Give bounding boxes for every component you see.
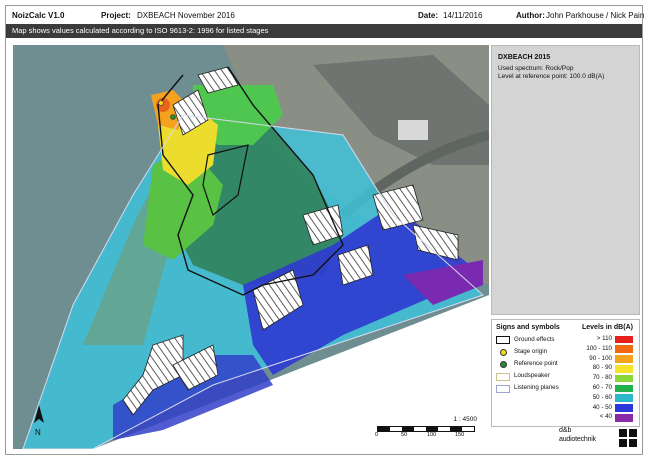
level-label: 60 - 70 <box>592 384 612 391</box>
level-label: 80 - 90 <box>592 364 612 372</box>
signs-item: Listening planes <box>514 384 559 391</box>
brand-line1: d&b <box>559 427 572 434</box>
signs-item: Stage origin <box>514 348 548 355</box>
brand-mark-icon <box>619 429 637 447</box>
level-swatch <box>615 345 633 354</box>
brand-logo: d&b audiotechnik <box>559 427 639 451</box>
reference-point-symbol <box>500 361 507 368</box>
scale-tick: 100 <box>427 432 437 438</box>
level-swatch <box>615 364 633 373</box>
aerial-roof <box>398 120 428 140</box>
project-name: DXBEACH November 2016 <box>137 11 235 20</box>
levels-title: Levels in dB(A) <box>582 324 633 331</box>
author-label: Author: <box>516 11 545 20</box>
stage-origin-marker <box>158 100 164 106</box>
date-label: Date: <box>418 11 439 20</box>
legend-panel: Signs and symbols Levels in dB(A) Ground… <box>491 319 640 427</box>
report-frame: NoizCalc V1.0 Project: DXBEACH November … <box>5 5 645 455</box>
level-swatch <box>615 374 633 383</box>
subtitle-text: Map shows values calculated according to… <box>12 26 269 35</box>
scale-tick: 0 <box>375 432 379 438</box>
info-reference-level: Level at reference point: 100.0 dB(A) <box>498 73 605 80</box>
noise-map-canvas: N <box>13 45 489 449</box>
date-value: 14/11/2016 <box>443 11 483 20</box>
info-panel: DXBEACH 2015 Used spectrum: Rock/Pop Lev… <box>491 45 640 315</box>
scale-tick: 150 <box>455 432 465 438</box>
header-bar: NoizCalc V1.0 Project: DXBEACH November … <box>6 6 645 24</box>
level-label: 90 - 100 <box>589 354 612 362</box>
signs-item: Loudspeaker <box>514 372 550 379</box>
brand-line2: audiotechnik <box>559 436 596 443</box>
scale-tick: 50 <box>401 432 408 438</box>
ground-effects-symbol <box>496 336 510 344</box>
listening-plane-symbol <box>496 385 510 393</box>
level-swatch <box>615 404 633 412</box>
level-label: 50 - 60 <box>592 393 612 401</box>
info-title: DXBEACH 2015 <box>498 54 551 61</box>
app-title: NoizCalc V1.0 <box>12 11 65 20</box>
info-spectrum: Used spectrum: Rock/Pop <box>498 65 574 72</box>
author-value: John Parkhouse / Nick Pain <box>546 11 645 20</box>
level-label: > 110 <box>596 335 612 342</box>
reference-point-marker <box>170 114 176 120</box>
signs-item: Reference point <box>514 360 558 367</box>
noise-map[interactable]: N <box>13 45 489 449</box>
stage-origin-symbol <box>500 349 507 356</box>
level-swatch <box>615 355 633 363</box>
level-label: 100 - 110 <box>586 344 612 352</box>
loudspeaker-symbol <box>496 373 510 381</box>
scale-bar: 1 : 4500 0 50 100 150 <box>371 416 481 442</box>
level-swatch <box>615 394 633 403</box>
level-swatch <box>615 413 633 422</box>
level-label: 70 - 80 <box>592 374 612 382</box>
scale-ratio: 1 : 4500 <box>453 416 478 423</box>
level-label: 40 - 50 <box>592 403 612 411</box>
subtitle-bar: Map shows values calculated according to… <box>6 24 642 38</box>
signs-item: Ground effects <box>514 336 555 343</box>
signs-title: Signs and symbols <box>496 324 560 331</box>
level-label: < 40 <box>599 413 612 421</box>
level-swatch <box>615 384 633 393</box>
project-label: Project: <box>101 11 131 20</box>
north-label: N <box>35 428 41 437</box>
level-swatch <box>615 335 633 344</box>
